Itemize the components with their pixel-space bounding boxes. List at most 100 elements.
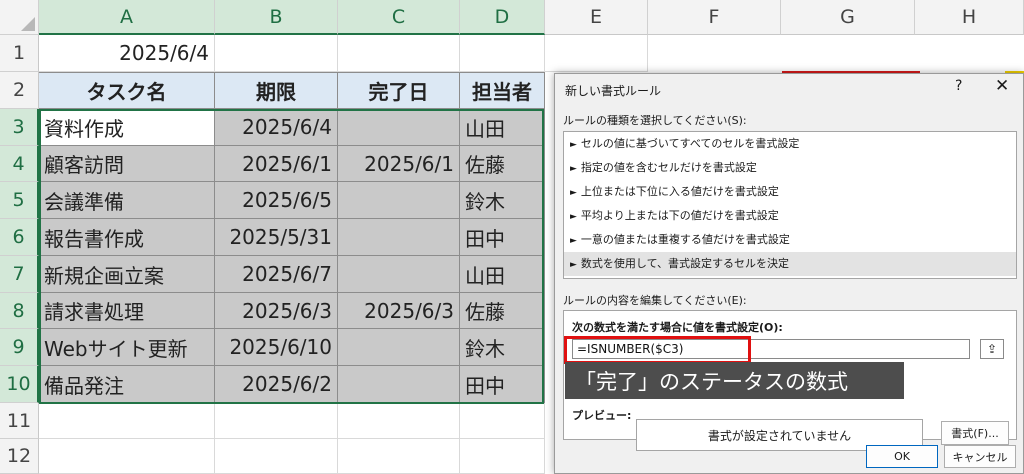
- collapse-dialog-icon[interactable]: ⇪: [980, 339, 1004, 359]
- cell-done[interactable]: [338, 329, 460, 366]
- column-header-f[interactable]: F: [648, 0, 781, 35]
- cell-due[interactable]: 2025/6/4: [215, 109, 338, 146]
- formula-label: 次の数式を満たす場合に値を書式設定(O):: [572, 321, 783, 334]
- cell-b11[interactable]: [215, 403, 338, 439]
- column-header-d[interactable]: D: [460, 0, 545, 35]
- cell-owner[interactable]: 鈴木: [460, 329, 545, 366]
- row-header-8[interactable]: 8: [0, 293, 39, 329]
- rule-type-label-text: 指定の値を含むセルだけを書式設定: [580, 161, 757, 174]
- arrow-icon: ►: [570, 188, 577, 198]
- cell-a1[interactable]: 2025/6/4: [39, 35, 215, 72]
- rule-type-item[interactable]: ► 一意の値または重複する値だけを書式設定: [564, 228, 1016, 252]
- arrow-icon: ►: [570, 212, 577, 222]
- cancel-button[interactable]: キャンセル: [944, 445, 1016, 468]
- close-icon[interactable]: ✕: [995, 76, 1009, 96]
- row-header-6[interactable]: 6: [0, 219, 39, 256]
- cell-task[interactable]: 会議準備: [39, 182, 215, 219]
- cell-done[interactable]: [338, 182, 460, 219]
- rule-type-item-selected[interactable]: ► 数式を使用して、書式設定するセルを決定: [564, 252, 1016, 276]
- cell-task[interactable]: 備品発注: [39, 366, 215, 403]
- ok-button[interactable]: OK: [866, 445, 938, 468]
- rule-type-label-text: 数式を使用して、書式設定するセルを決定: [580, 257, 790, 270]
- column-header-h[interactable]: H: [915, 0, 1024, 35]
- cell-due[interactable]: 2025/6/3: [215, 293, 338, 329]
- cell-owner[interactable]: 田中: [460, 219, 545, 256]
- cell-due[interactable]: 2025/6/7: [215, 256, 338, 293]
- cell-a12[interactable]: [39, 439, 215, 474]
- rule-type-label-text: 上位または下位に入る値だけを書式設定: [580, 185, 779, 198]
- row-header-10[interactable]: 10: [0, 366, 39, 403]
- cell-owner[interactable]: 鈴木: [460, 182, 545, 219]
- cell-done[interactable]: [338, 109, 460, 146]
- row-header-3[interactable]: 3: [0, 109, 39, 146]
- edit-rule-label: ルールの内容を編集してください(E):: [563, 294, 747, 307]
- cell-d11[interactable]: [460, 403, 545, 439]
- cell-owner[interactable]: 佐藤: [460, 293, 545, 329]
- column-header-a[interactable]: A: [39, 0, 215, 35]
- preview-label: プレビュー:: [572, 409, 632, 422]
- cell-c11[interactable]: [338, 403, 460, 439]
- cell-done[interactable]: [338, 366, 460, 403]
- cell-due[interactable]: 2025/6/1: [215, 146, 338, 182]
- header-owner[interactable]: 担当者: [460, 72, 545, 109]
- cell-done[interactable]: 2025/6/3: [338, 293, 460, 329]
- cell-task[interactable]: 顧客訪問: [39, 146, 215, 182]
- arrow-icon: ►: [570, 140, 577, 150]
- cell-task[interactable]: Webサイト更新: [39, 329, 215, 366]
- dialog-title: 新しい書式ルール: [565, 84, 662, 98]
- row-header-7[interactable]: 7: [0, 256, 39, 293]
- cell-d1[interactable]: [460, 35, 545, 72]
- column-header-b[interactable]: B: [215, 0, 338, 35]
- row-header-12[interactable]: 12: [0, 439, 39, 474]
- row-header-1[interactable]: 1: [0, 35, 39, 72]
- cell-due[interactable]: 2025/6/2: [215, 366, 338, 403]
- cell-c12[interactable]: [338, 439, 460, 474]
- cell-task[interactable]: 報告書作成: [39, 219, 215, 256]
- rule-type-item[interactable]: ► 平均より上または下の値だけを書式設定: [564, 204, 1016, 228]
- cell-done[interactable]: 2025/6/1: [338, 146, 460, 182]
- row-header-11[interactable]: 11: [0, 403, 39, 439]
- rule-type-label-text: セルの値に基づいてすべてのセルを書式設定: [580, 137, 800, 150]
- annotation-caption: 「完了」のステータスの数式: [565, 362, 904, 399]
- cell-owner[interactable]: 山田: [460, 109, 545, 146]
- cell-task[interactable]: 請求書処理: [39, 293, 215, 329]
- cell-owner[interactable]: 佐藤: [460, 146, 545, 182]
- select-all-icon: [21, 17, 35, 31]
- cell-b12[interactable]: [215, 439, 338, 474]
- cell-task[interactable]: 資料作成: [39, 109, 215, 146]
- row-header-5[interactable]: 5: [0, 182, 39, 219]
- rule-type-label-text: 一意の値または重複する値だけを書式設定: [580, 233, 790, 246]
- header-due[interactable]: 期限: [215, 72, 338, 109]
- cell-owner[interactable]: 山田: [460, 256, 545, 293]
- cell-c1[interactable]: [338, 35, 460, 72]
- column-header-e[interactable]: E: [545, 0, 648, 35]
- cell-d12[interactable]: [460, 439, 545, 474]
- help-icon[interactable]: ?: [955, 78, 962, 94]
- cell-a11[interactable]: [39, 403, 215, 439]
- cell-e1[interactable]: [545, 35, 648, 72]
- format-button[interactable]: 書式(F)...: [941, 421, 1009, 445]
- cell-done[interactable]: [338, 256, 460, 293]
- formula-input[interactable]: =ISNUMBER($C3): [572, 339, 970, 359]
- rule-type-list[interactable]: ► セルの値に基づいてすべてのセルを書式設定 ► 指定の値を含むセルだけを書式設定 …: [563, 131, 1017, 279]
- cell-due[interactable]: 2025/5/31: [215, 219, 338, 256]
- rule-type-item[interactable]: ► 指定の値を含むセルだけを書式設定: [564, 156, 1016, 180]
- rule-type-item[interactable]: ► 上位または下位に入る値だけを書式設定: [564, 180, 1016, 204]
- cell-due[interactable]: 2025/6/5: [215, 182, 338, 219]
- rule-type-item[interactable]: ► セルの値に基づいてすべてのセルを書式設定: [564, 132, 1016, 156]
- cell-owner[interactable]: 田中: [460, 366, 545, 403]
- cell-done[interactable]: [338, 219, 460, 256]
- arrow-icon: ►: [570, 260, 577, 270]
- column-header-g[interactable]: G: [781, 0, 915, 35]
- column-header-c[interactable]: C: [338, 0, 460, 35]
- cell-b1[interactable]: [215, 35, 338, 72]
- cell-task[interactable]: 新規企画立案: [39, 256, 215, 293]
- row-header-2[interactable]: 2: [0, 72, 39, 109]
- row-header-4[interactable]: 4: [0, 146, 39, 182]
- select-all-corner[interactable]: [0, 0, 39, 35]
- row-header-9[interactable]: 9: [0, 329, 39, 366]
- header-task[interactable]: タスク名: [39, 72, 215, 109]
- cell-due[interactable]: 2025/6/10: [215, 329, 338, 366]
- new-format-rule-dialog: 新しい書式ルール ? ✕ ルールの種類を選択してください(S): ► セルの値に基…: [554, 73, 1024, 474]
- header-done[interactable]: 完了日: [338, 72, 460, 109]
